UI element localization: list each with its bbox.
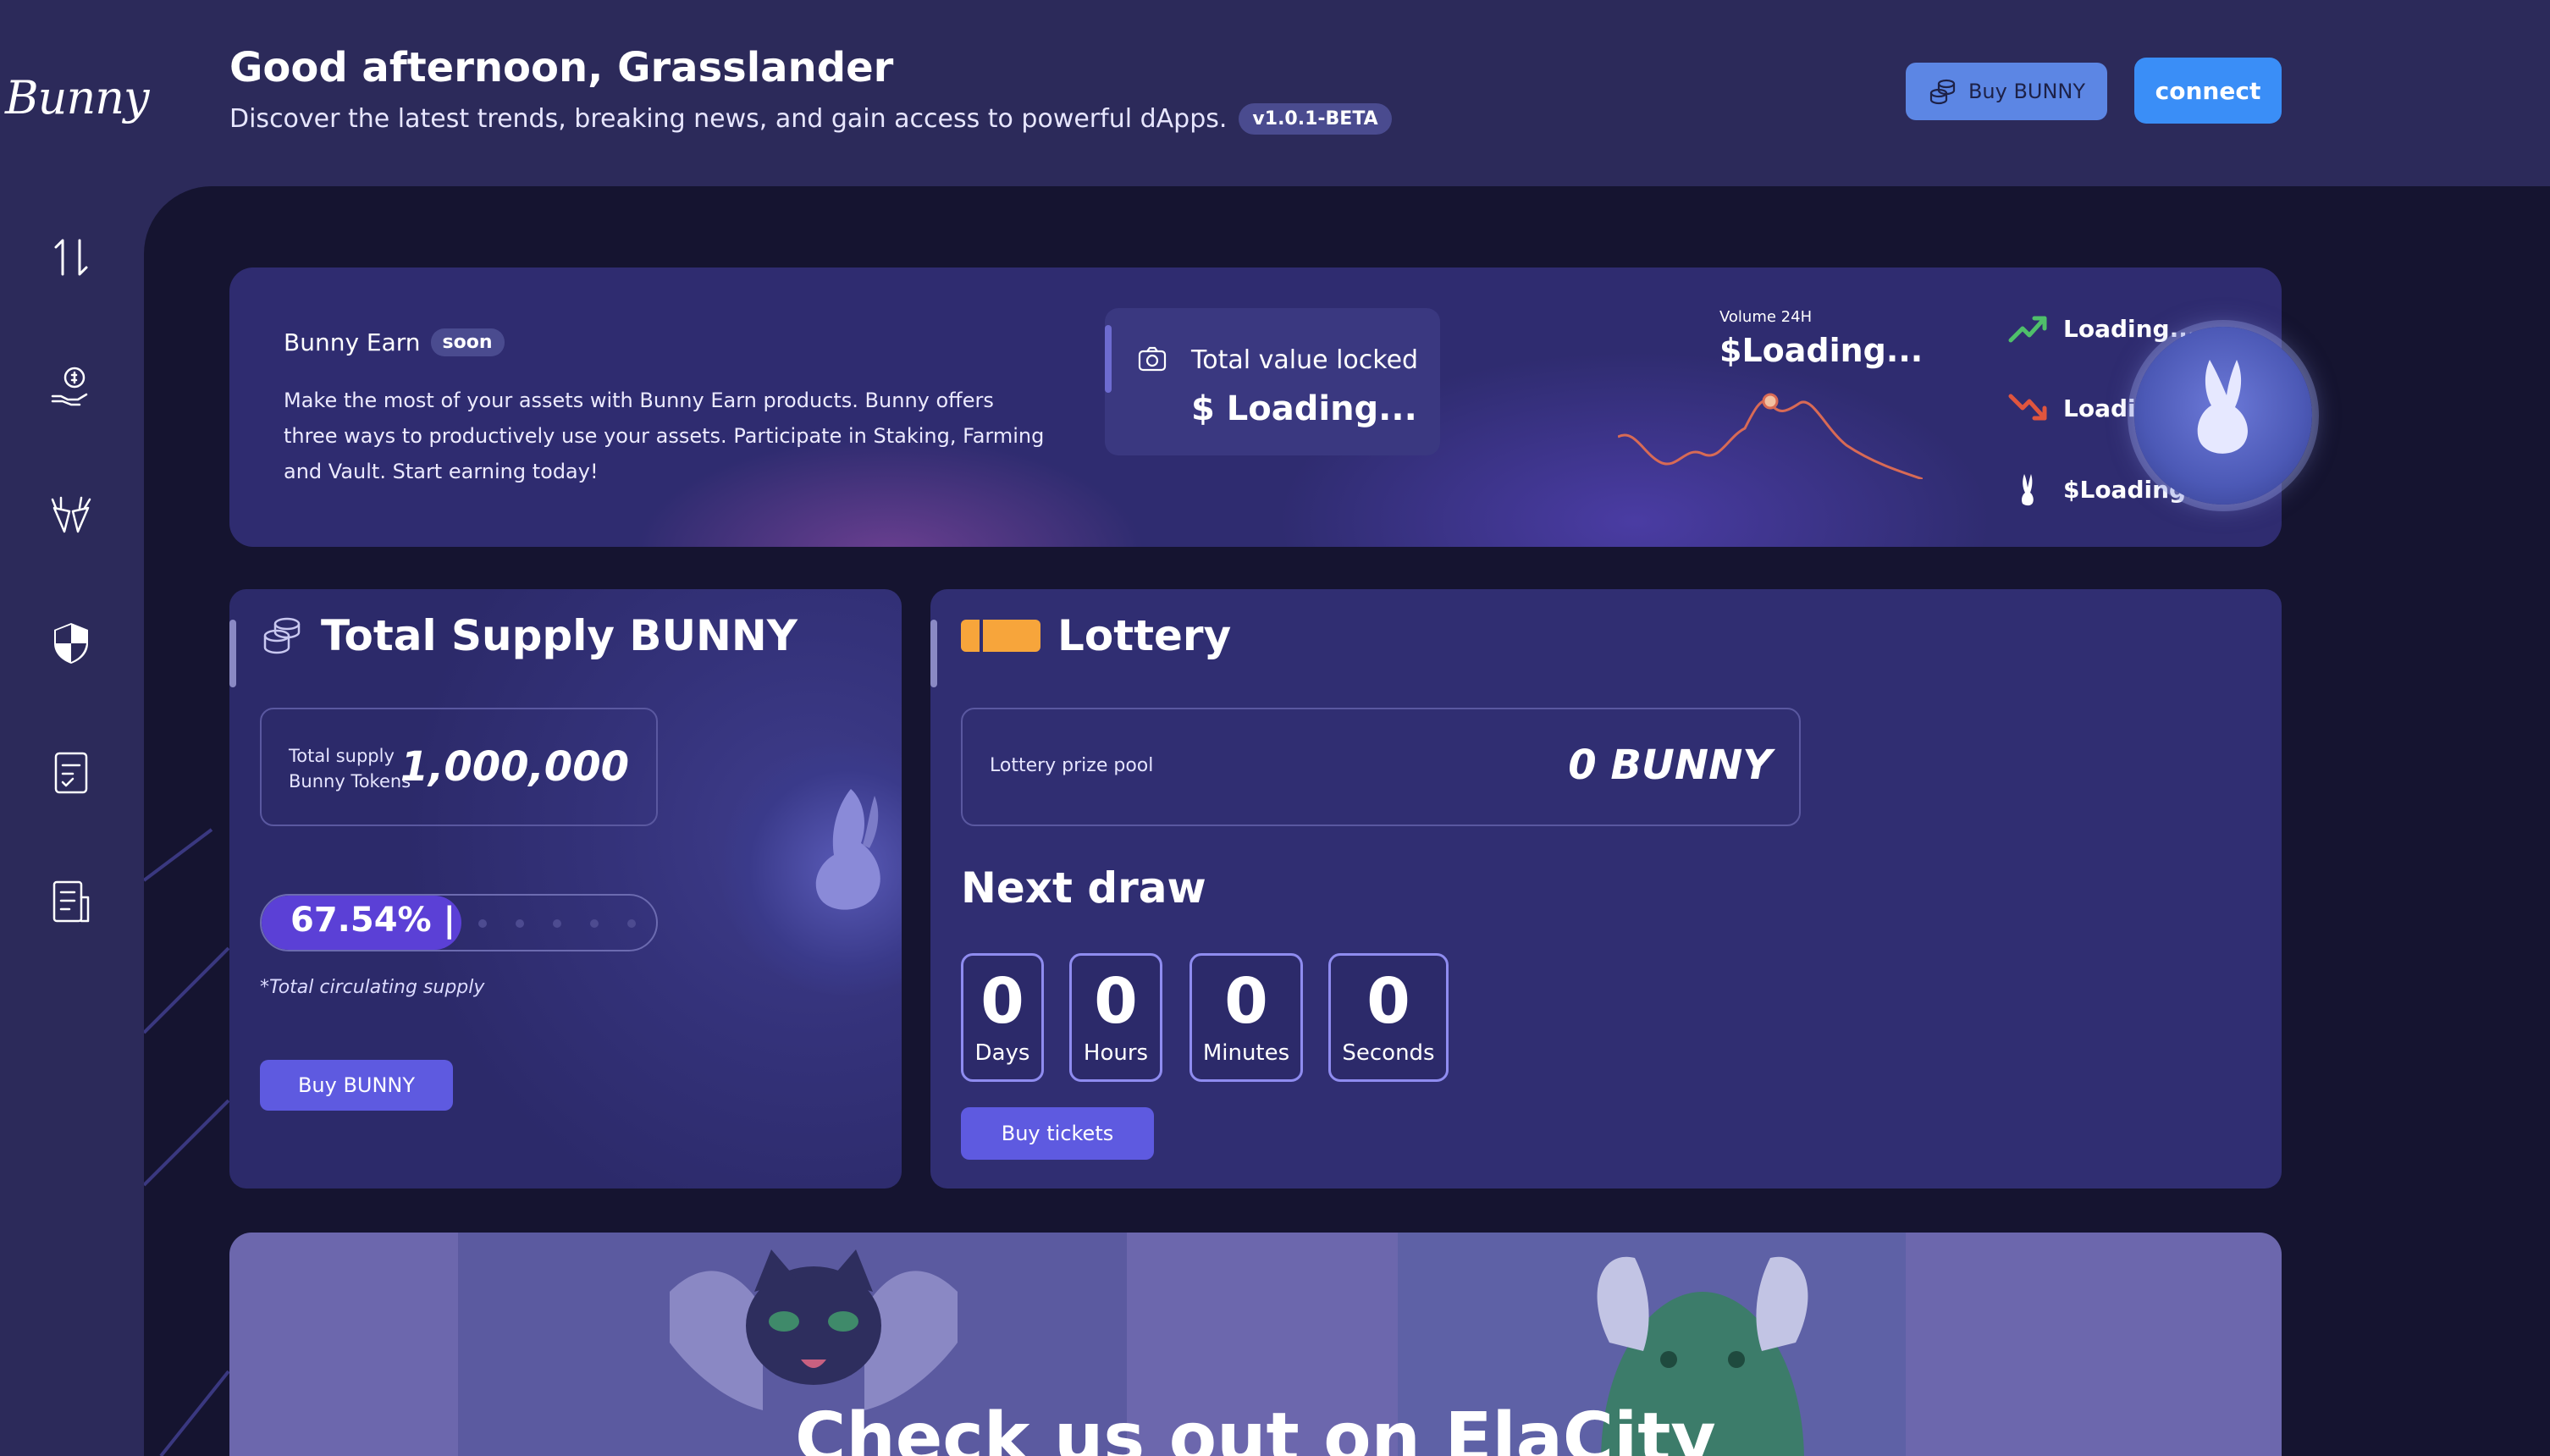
volume-label: Volume 24H [1719,308,1813,326]
connect-button[interactable]: connect [2134,58,2282,124]
version-badge: v1.0.1-BETA [1239,103,1392,135]
next-draw-title: Next draw [961,863,1206,913]
nav-item-earn[interactable] [44,359,98,413]
trend-up-icon [2008,316,2047,343]
supply-label-line2: Bunny Tokens [289,771,411,791]
shield-icon [54,623,88,664]
nav-item-security[interactable] [44,616,98,670]
circulating-progress-bar: 67.54% | [260,894,658,951]
tvl-value: $ Loading... [1191,389,1417,428]
volume-sparkline [1618,393,1923,479]
progress-dot [516,919,524,928]
stat-trend-up-value: Loading... [2063,314,2197,343]
prize-pool-value: 0 BUNNY [1568,742,1772,789]
countdown-seconds-value: 0 [1366,965,1410,1038]
supply-title-text: Total Supply BUNNY [321,611,798,660]
nav-item-swap[interactable] [44,230,98,284]
banner-title: Check us out on ElaCity [795,1398,1716,1456]
countdown-hours-value: 0 [1094,965,1138,1038]
progress-dot [553,919,561,928]
bunny-coin-icon [2197,360,2248,454]
earn-title-text: Bunny Earn [284,328,421,356]
elacity-banner[interactable]: Check us out on ElaCity [229,1233,2282,1456]
buy-bunny-header-button[interactable]: Buy BUNNY [1906,63,2107,120]
nav-item-tasks[interactable] [44,745,98,799]
nav-item-farm[interactable] [44,488,98,542]
countdown-days-value: 0 [980,965,1024,1038]
countdown-hours: 0 Hours [1069,953,1162,1082]
supply-accent-bar [229,620,236,687]
buy-tickets-button[interactable]: Buy tickets [961,1107,1154,1160]
ticket-icon [961,620,1040,652]
bunny-earn-card: Bunny Earn soon Make the most of your as… [229,267,2312,547]
lottery-title: Lottery [961,611,1231,660]
lottery-card: Lottery Lottery prize pool 0 BUNNY Next … [930,589,2282,1189]
countdown-days-unit: Days [974,1040,1030,1066]
countdown-minutes: 0 Minutes [1189,953,1303,1082]
progress-percent: 67.54% | [290,901,456,940]
supply-label: Total supply Bunny Tokens [289,743,411,794]
logo[interactable]: Bunny [0,59,150,135]
earn-description: Make the most of your assets with Bunny … [284,389,1045,483]
document-icon [52,880,90,923]
countdown-hours-unit: Hours [1083,1040,1149,1066]
countdown-minutes-unit: Minutes [1202,1040,1290,1066]
header-subtitle: Discover the latest trends, breaking new… [229,103,1392,135]
total-supply-box: Total supply Bunny Tokens 1,000,000 [260,708,658,826]
supply-title: Total Supply BUNNY [262,611,798,660]
tvl-box: Total value locked $ Loading... [1105,308,1440,455]
tvl-label: Total value locked [1191,345,1419,375]
main-panel: Bunny Earn soon Make the most of your as… [144,186,2550,1456]
earn-title: Bunny Earn soon [284,328,505,356]
earn-hand-icon [51,367,88,406]
camera-icon [1138,346,1167,372]
countdown-days: 0 Days [961,953,1044,1082]
checklist-icon [54,752,88,794]
prize-pool-label: Lottery prize pool [990,755,1154,776]
carrots-icon [51,496,91,533]
coins-icon [1929,79,1956,105]
supply-label-line1: Total supply [289,746,395,766]
lottery-title-text: Lottery [1057,611,1232,660]
logo-text: Bunny [5,70,150,124]
countdown-seconds: 0 Seconds [1328,953,1449,1082]
tvl-accent-bar [1105,325,1112,393]
nav-item-docs[interactable] [44,874,98,928]
soon-badge: soon [430,328,505,356]
bunny-price-icon [2022,474,2034,506]
stat-trend-up: Loading... [2007,312,2197,345]
countdown-seconds-unit: Seconds [1342,1040,1435,1066]
progress-dot [590,919,599,928]
bunny-coin-icon [815,789,880,910]
sidebar: Bunny [0,0,150,1456]
countdown-minutes-value: 0 [1224,965,1268,1038]
swap-icon [54,239,88,276]
circulating-note: *Total circulating supply [260,977,485,998]
greeting-title: Good afternoon, Grasslander [229,44,894,91]
total-supply-card: Total Supply BUNNY Total supply Bunny To… [229,589,902,1189]
supply-value: 1,000,000 [400,743,629,791]
progress-dot [478,919,487,928]
buy-bunny-button[interactable]: Buy BUNNY [260,1060,453,1111]
subtitle-text: Discover the latest trends, breaking new… [229,104,1228,134]
trend-down-icon [2008,394,2047,421]
supply-coin-image [720,742,902,995]
volume-value: $Loading... [1719,332,1924,369]
prize-pool-box: Lottery prize pool 0 BUNNY [961,708,1801,826]
coin-stack-icon [263,617,301,654]
lottery-accent-bar [930,620,937,687]
bunny-coin-image [2134,327,2312,505]
progress-dot [627,919,636,928]
buy-bunny-header-label: Buy BUNNY [1968,80,2086,103]
